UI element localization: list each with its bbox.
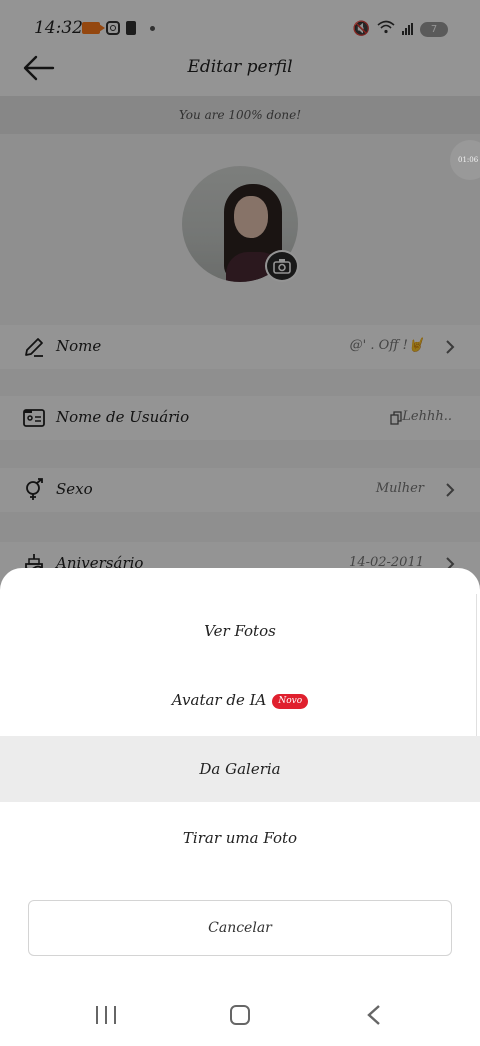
home-button[interactable] [230, 1005, 250, 1025]
cancel-button[interactable]: Cancelar [28, 900, 452, 956]
system-nav-bar [0, 986, 480, 1046]
photo-options-sheet: Ver Fotos Avatar de IA Novo Da Galeria Ti… [0, 568, 480, 1046]
option-from-gallery-label: Da Galeria [199, 760, 281, 778]
option-take-photo-label: Tirar uma Foto [182, 829, 298, 847]
new-badge: Novo [272, 694, 309, 709]
back-button[interactable] [366, 1004, 382, 1026]
option-take-photo[interactable]: Tirar uma Foto [0, 805, 480, 871]
option-ai-avatar-label: Avatar de IA [171, 691, 267, 709]
option-from-gallery[interactable]: Da Galeria [0, 736, 480, 802]
option-ai-avatar[interactable]: Avatar de IA Novo [0, 667, 480, 733]
option-view-photos[interactable]: Ver Fotos [0, 598, 480, 664]
recent-apps-button[interactable] [96, 1006, 116, 1024]
screen: 14:32 🔇 7 Editar perfil You are 100% don… [0, 0, 480, 1046]
option-view-photos-label: Ver Fotos [204, 622, 276, 640]
